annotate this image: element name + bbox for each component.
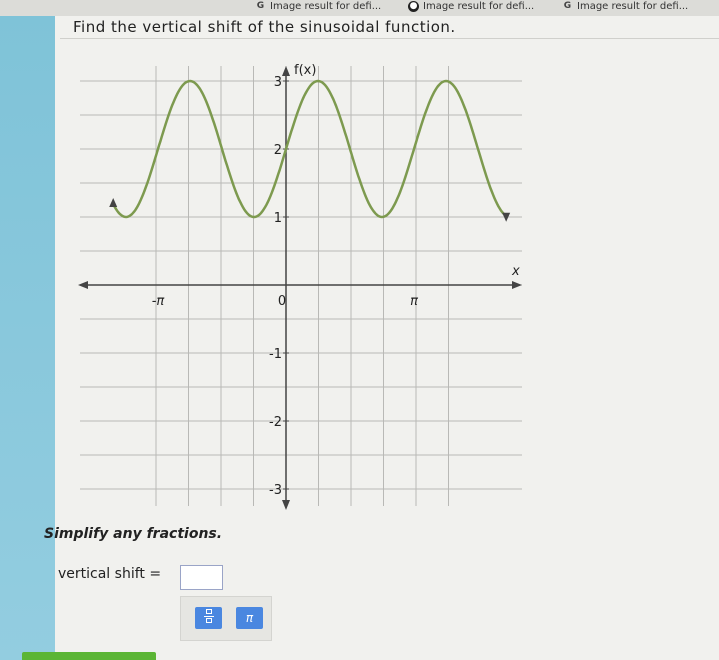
y-tick-label: -3 — [269, 483, 282, 498]
pi-button[interactable]: π — [236, 607, 263, 629]
y-tick-label: -2 — [269, 415, 282, 430]
y-tick-label: 2 — [274, 143, 282, 158]
fraction-icon — [203, 607, 214, 625]
curve-arrow-left — [109, 198, 118, 208]
google-icon: G — [256, 1, 265, 11]
sinusoid-graph: f(x) x 1 2 3 -1 -2 -3 -π 0 π — [78, 63, 522, 510]
x-axis-arrow-right — [512, 281, 522, 289]
y-tick-label: 1 — [274, 211, 282, 226]
y-axis-arrow-up — [282, 66, 290, 76]
vertical-shift-label: vertical shift = — [58, 566, 162, 582]
left-sidebar-strip — [0, 16, 55, 660]
question-text: Find the vertical shift of the sinusoida… — [73, 18, 456, 36]
vertical-shift-input[interactable] — [180, 565, 223, 590]
x-axis-title: x — [511, 264, 520, 279]
submit-bar[interactable] — [22, 652, 156, 660]
x-axis-arrow-left — [78, 281, 88, 289]
x-tick-label: -π — [152, 294, 165, 309]
y-tick-label: -1 — [269, 347, 282, 362]
y-tick-label: 3 — [274, 75, 282, 90]
divider — [60, 38, 719, 39]
bookmark-3[interactable]: G Image result for defi... — [562, 1, 688, 12]
y-axis-title: f(x) — [294, 63, 316, 78]
dark-circle-icon: ● — [408, 1, 419, 12]
y-axis-arrow-down — [282, 500, 290, 510]
math-toolbar: π — [180, 596, 272, 641]
instructions-text: Simplify any fractions. — [44, 526, 223, 542]
google-icon: G — [563, 1, 572, 11]
bookmark-1[interactable]: G Image result for defi... — [255, 1, 381, 12]
bookmark-2[interactable]: ● Image result for defi... — [408, 1, 534, 12]
x-tick-label: 0 — [278, 294, 286, 309]
x-tick-label: π — [410, 294, 418, 309]
bookmarks-bar: G Image result for defi... ● Image resul… — [0, 0, 719, 16]
fraction-button[interactable] — [195, 607, 222, 629]
